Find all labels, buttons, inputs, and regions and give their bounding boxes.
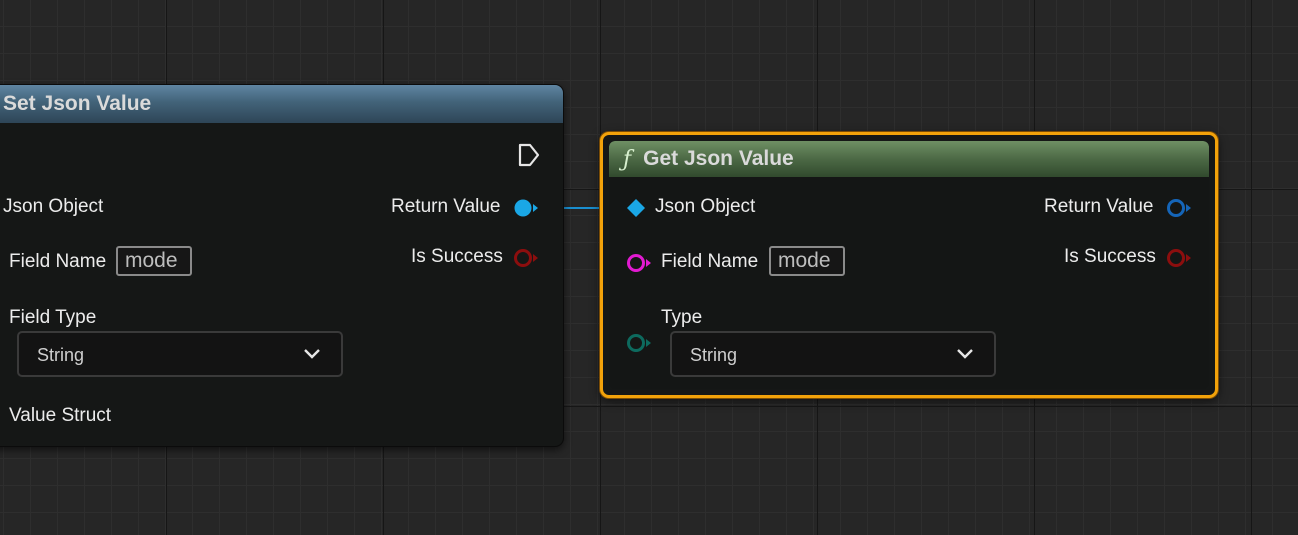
set-return-value-label: Return Value: [391, 196, 501, 217]
set-json-object-label: Json Object: [3, 196, 104, 217]
node-title: Set Json Value: [3, 92, 152, 115]
set-is-success-pin-icon[interactable]: [512, 247, 540, 269]
get-type-dropdown[interactable]: String: [670, 331, 996, 377]
get-type-label: Type: [661, 307, 703, 328]
get-json-object-label: Json Object: [655, 196, 756, 217]
chevron-down-icon: [304, 349, 320, 359]
set-field-name-label: Field Name: [9, 251, 107, 272]
set-field-type-dropdown[interactable]: String: [17, 331, 343, 377]
node-title: Get Json Value: [643, 147, 794, 170]
get-field-name-pin-icon[interactable]: [625, 252, 653, 274]
get-json-object-pin-icon[interactable]: [626, 198, 646, 218]
get-field-name-input[interactable]: mode: [769, 246, 845, 276]
set-is-success-label: Is Success: [411, 246, 503, 267]
get-is-success-label: Is Success: [1064, 246, 1156, 267]
function-icon: ƒ: [623, 146, 632, 172]
blueprint-graph-canvas[interactable]: Set Json Value Json Object Return Value …: [0, 0, 1298, 535]
chevron-down-icon: [957, 349, 973, 359]
set-field-type-label: Field Type: [9, 307, 97, 328]
set-return-value-pin-icon[interactable]: [512, 197, 540, 219]
dropdown-value: String: [690, 345, 738, 365]
exec-out-pin-icon[interactable]: [518, 143, 540, 167]
get-is-success-pin-icon[interactable]: [1165, 247, 1193, 269]
set-value-struct-label: Value Struct: [9, 405, 112, 426]
get-field-name-label: Field Name: [661, 251, 759, 272]
dropdown-value: String: [37, 345, 85, 365]
set-field-name-input[interactable]: mode: [116, 246, 192, 276]
set-json-value-header[interactable]: Set Json Value: [0, 85, 563, 123]
get-json-value-header[interactable]: ƒ Get Json Value: [609, 141, 1209, 177]
get-return-value-pin-icon[interactable]: [1165, 197, 1193, 219]
get-type-pin-icon[interactable]: [625, 332, 653, 354]
get-return-value-label: Return Value: [1044, 196, 1154, 217]
